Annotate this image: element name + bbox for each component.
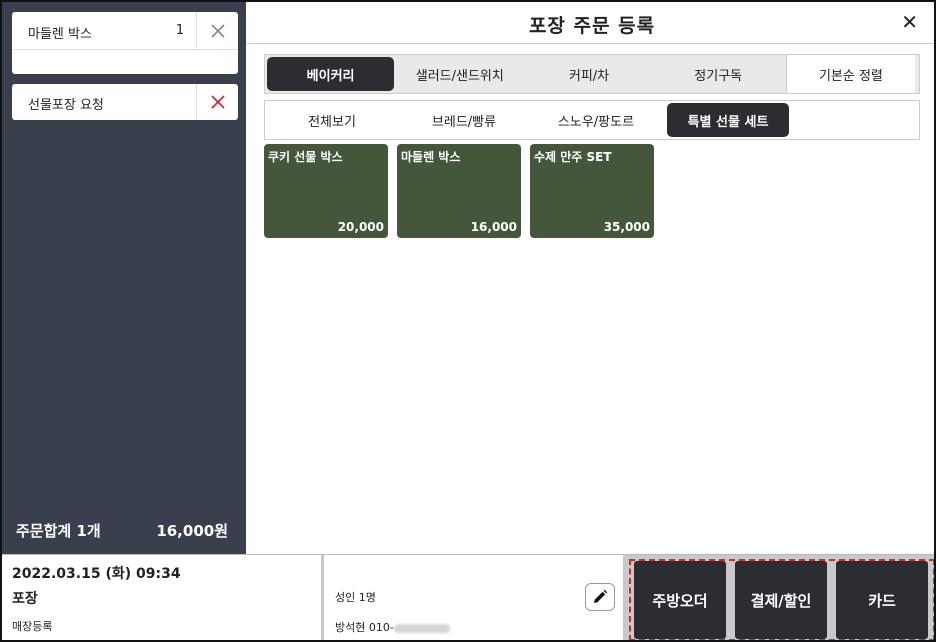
subtab-all[interactable]: 전체보기 <box>267 103 397 137</box>
subcategory-tabs: 전체보기 브레드/빵류 스노우/팡도르 특별 선물 세트 <box>264 100 920 140</box>
gift-wrap-label: 선물포장 요청 <box>28 98 104 113</box>
product-price: 20,000 <box>337 220 384 234</box>
order-datetime: 2022.03.15 (화) 09:34 <box>12 566 181 582</box>
order-panel: 마들렌 박스 1 선물포장 요청 주문합계 1개 16,000원 <box>2 2 246 554</box>
tab-subscription[interactable]: 정기구독 <box>655 57 782 91</box>
tab-bakery[interactable]: 베이커리 <box>267 57 395 91</box>
payment-discount-button[interactable]: 결제/할인 <box>735 561 827 639</box>
close-icon <box>210 24 225 38</box>
order-type: 포장 <box>12 591 38 607</box>
order-total-amount: 16,000원 <box>156 522 228 540</box>
product-name: 쿠키 선물 박스 <box>268 150 343 164</box>
order-total-label: 주문합계 1개 <box>16 522 101 540</box>
tab-coffee-tea[interactable]: 커피/차 <box>525 57 652 91</box>
kitchen-order-button[interactable]: 주방오더 <box>634 561 726 639</box>
product-tile[interactable]: 쿠키 선물 박스 20,000 <box>264 144 388 238</box>
product-name: 마들렌 박스 <box>401 150 461 164</box>
subtab-bread[interactable]: 브레드/빵류 <box>399 103 529 137</box>
store-register-label: 매장등록 <box>12 620 53 633</box>
pencil-icon <box>594 589 608 603</box>
product-name: 수제 만주 SET <box>534 150 612 164</box>
order-item-card[interactable]: 마들렌 박스 1 <box>12 12 238 74</box>
close-window-button[interactable]: ✕ <box>901 10 918 34</box>
close-icon <box>210 95 225 109</box>
order-item-qty: 1 <box>175 23 185 38</box>
edit-customer-button[interactable] <box>585 583 615 611</box>
product-price: 16,000 <box>470 220 517 234</box>
pos-window: 마들렌 박스 1 선물포장 요청 주문합계 1개 16,000원 포장 주문 등… <box>0 0 936 642</box>
category-tabs: 베이커리 샐러드/샌드위치 커피/차 정기구독 기본순 정렬 <box>264 54 920 94</box>
order-info: 2022.03.15 (화) 09:34 포장 매장등록 <box>2 555 324 640</box>
remove-gift-wrap-button[interactable] <box>196 84 238 120</box>
product-tile[interactable]: 마들렌 박스 16,000 <box>397 144 521 238</box>
order-item-row[interactable]: 마들렌 박스 1 <box>12 12 238 50</box>
customer-name-phone: 방석현 010- <box>335 621 394 634</box>
gift-wrap-request[interactable]: 선물포장 요청 <box>12 84 238 120</box>
page-title: 포장 주문 등록 <box>528 15 656 37</box>
order-item-name: 마들렌 박스 <box>28 27 92 42</box>
product-grid: 쿠키 선물 박스 20,000 마들렌 박스 16,000 수제 만주 SET … <box>264 144 920 244</box>
product-tile[interactable]: 수제 만주 SET 35,000 <box>530 144 654 238</box>
sort-button[interactable]: 기본순 정렬 <box>785 55 915 93</box>
order-total: 주문합계 1개 16,000원 <box>16 520 228 541</box>
product-price: 35,000 <box>603 220 650 234</box>
subtab-snow-pandoro[interactable]: 스노우/팡도르 <box>531 103 661 137</box>
customer-info: 성인 1명 방석현 010- <box>327 555 623 640</box>
page-header: 포장 주문 등록 ✕ <box>246 2 934 44</box>
card-payment-button[interactable]: 카드 <box>836 561 928 639</box>
subtab-special-gift-set[interactable]: 특별 선물 세트 <box>667 103 789 137</box>
customer-contact: 방석현 010- <box>335 619 450 635</box>
remove-item-button[interactable] <box>196 12 238 50</box>
guest-count: 성인 1명 <box>335 591 376 604</box>
masked-phone <box>393 623 450 633</box>
tab-salad-sandwich[interactable]: 샐러드/샌드위치 <box>396 57 523 91</box>
